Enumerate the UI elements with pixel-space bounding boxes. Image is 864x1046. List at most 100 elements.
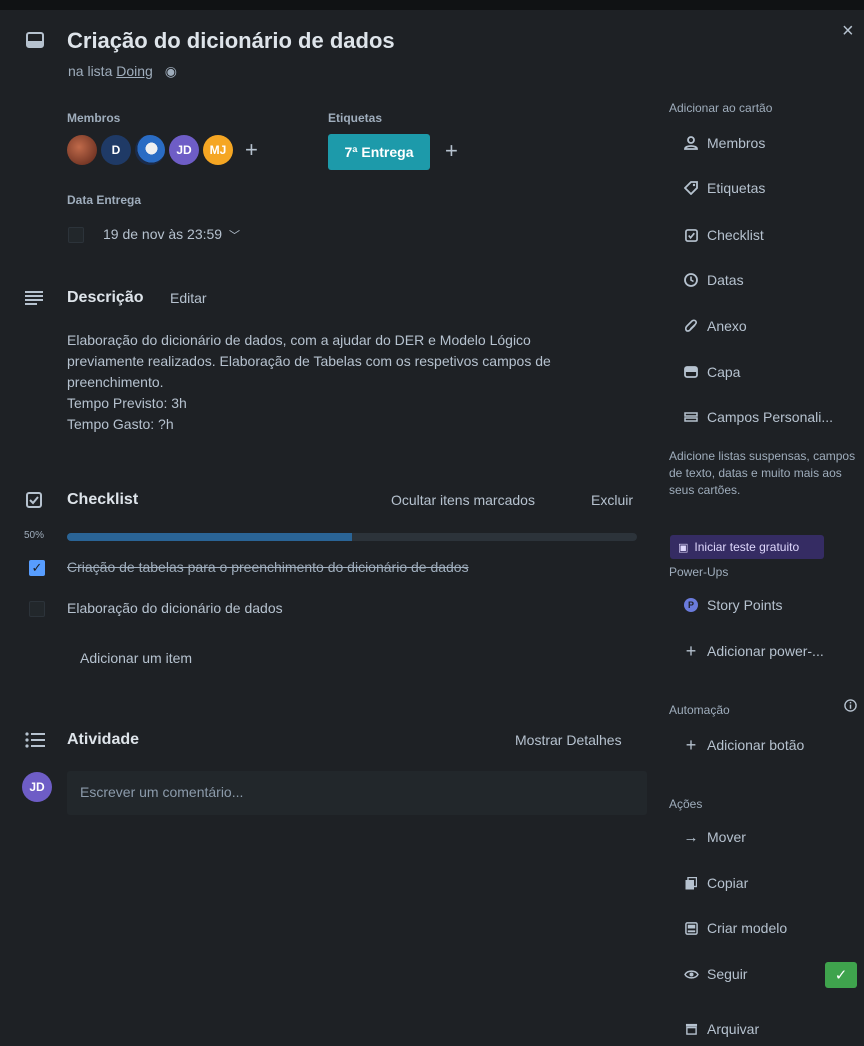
start-trial-button[interactable]: ▣ Iniciar teste gratuito bbox=[670, 535, 824, 559]
sidebar-button-label: Copiar bbox=[707, 875, 749, 891]
due-date-button[interactable]: 19 de nov às 23:59 ﹀ bbox=[103, 226, 240, 243]
sidebar-members-button[interactable]: Membros bbox=[669, 126, 849, 160]
sidebar-button-label: Arquivar bbox=[707, 1021, 760, 1037]
checklist-icon bbox=[679, 228, 703, 242]
archive-icon bbox=[679, 1023, 703, 1035]
person-icon bbox=[679, 136, 703, 150]
card-title[interactable]: Criação do dicionário de dados bbox=[67, 28, 395, 54]
info-icon[interactable] bbox=[844, 699, 857, 712]
story-points-icon: P bbox=[679, 598, 703, 612]
briefcase-icon: ▣ bbox=[678, 541, 689, 554]
add-powerup-button[interactable]: + Adicionar power-... bbox=[669, 634, 849, 668]
add-member-plus-icon[interactable]: + bbox=[245, 139, 258, 161]
avatar[interactable] bbox=[135, 135, 165, 165]
sidebar-dates-button[interactable]: Datas bbox=[669, 263, 849, 297]
paperclip-icon bbox=[679, 319, 703, 333]
show-details-button[interactable]: Mostrar Detalhes bbox=[515, 732, 622, 748]
description-line: Tempo Previsto: 3h bbox=[67, 395, 187, 411]
list-prefix: na lista bbox=[68, 63, 113, 79]
watch-eye-icon: ◉ bbox=[164, 63, 177, 79]
custom-fields-icon bbox=[679, 411, 703, 423]
eye-icon bbox=[679, 969, 703, 980]
description-line: previamente realizados. Elaboração de Ta… bbox=[67, 353, 551, 369]
sidebar-button-label: Adicionar botão bbox=[707, 737, 805, 753]
avatar[interactable]: JD bbox=[169, 135, 199, 165]
members-label: Membros bbox=[67, 111, 121, 125]
add-label-plus-icon[interactable]: + bbox=[445, 140, 458, 162]
close-icon[interactable]: × bbox=[842, 20, 854, 43]
automation-label: Automação bbox=[669, 703, 730, 717]
checklist-percent: 50% bbox=[24, 530, 45, 541]
sidebar-button-label: Capa bbox=[707, 364, 741, 380]
checklist-item-checkbox[interactable] bbox=[29, 601, 45, 617]
sidebar-button-label: Mover bbox=[707, 829, 746, 845]
template-icon bbox=[679, 921, 703, 935]
powerups-label: Power-Ups bbox=[669, 565, 729, 579]
avatar[interactable]: D bbox=[101, 135, 131, 165]
sidebar-button-label: Campos Personali... bbox=[707, 409, 834, 425]
checklist-item-text[interactable]: Criação de tabelas para o preenchimento … bbox=[67, 559, 469, 575]
description-icon bbox=[25, 291, 43, 305]
checklist-progress-bar bbox=[67, 533, 637, 541]
due-complete-checkbox[interactable] bbox=[68, 227, 84, 243]
story-points-button[interactable]: P Story Points bbox=[669, 588, 849, 622]
sidebar-button-label: Adicionar power-... bbox=[707, 643, 824, 659]
arrow-right-icon: → bbox=[683, 828, 699, 846]
add-checklist-item-button[interactable]: Adicionar um item bbox=[80, 650, 192, 666]
follow-button[interactable]: Seguir bbox=[669, 957, 819, 991]
sidebar-checklist-button[interactable]: Checklist bbox=[669, 218, 849, 252]
copy-button[interactable]: Copiar bbox=[669, 866, 849, 900]
current-user-avatar[interactable]: JD bbox=[22, 772, 52, 802]
copy-icon bbox=[679, 876, 703, 890]
card-list-info: na lista Doing ◉ bbox=[68, 63, 177, 80]
description-line: Elaboração do dicionário de dados, com a… bbox=[67, 332, 531, 348]
delete-checklist-button[interactable]: Excluir bbox=[591, 492, 633, 508]
description-heading: Descrição bbox=[67, 289, 144, 306]
avatar[interactable] bbox=[67, 135, 97, 165]
plus-icon: + bbox=[685, 734, 697, 755]
description-line: preenchimento. bbox=[67, 374, 164, 390]
checklist-progress-fill bbox=[67, 533, 352, 541]
sidebar-labels-button[interactable]: Etiquetas bbox=[669, 171, 849, 205]
hide-checked-button[interactable]: Ocultar itens marcados bbox=[391, 492, 535, 508]
cover-icon bbox=[679, 366, 703, 378]
card-icon bbox=[26, 32, 44, 48]
description-text[interactable]: Elaboração do dicionário de dados, com a… bbox=[67, 330, 627, 435]
description-line: Tempo Gasto: ?h bbox=[67, 416, 174, 432]
sidebar-button-label: Criar modelo bbox=[707, 920, 788, 936]
sidebar-button-label: Etiquetas bbox=[707, 180, 766, 196]
move-button[interactable]: → Mover bbox=[669, 820, 849, 854]
comment-input[interactable]: Escrever um comentário... bbox=[67, 771, 647, 815]
sidebar-attachment-button[interactable]: Anexo bbox=[669, 309, 849, 343]
trial-button-label: Iniciar teste gratuito bbox=[694, 540, 800, 554]
add-automation-button[interactable]: + Adicionar botão bbox=[669, 728, 849, 762]
create-template-button[interactable]: Criar modelo bbox=[669, 911, 849, 945]
sidebar-button-label: Checklist bbox=[707, 227, 764, 243]
checklist-item-checkbox[interactable]: ✓ bbox=[29, 560, 45, 576]
due-date-value: 19 de nov às 23:59 bbox=[103, 226, 223, 242]
sidebar-button-label: Membros bbox=[707, 135, 766, 151]
top-band bbox=[0, 0, 864, 10]
clock-icon bbox=[679, 273, 703, 287]
actions-label: Ações bbox=[669, 797, 703, 811]
avatar[interactable]: MJ bbox=[203, 135, 233, 165]
due-date-label: Data Entrega bbox=[67, 193, 142, 207]
add-to-card-label: Adicionar ao cartão bbox=[669, 101, 773, 115]
chevron-down-icon: ﹀ bbox=[229, 230, 240, 242]
list-link[interactable]: Doing bbox=[116, 63, 153, 79]
sidebar-button-label: Story Points bbox=[707, 597, 783, 613]
tag-icon bbox=[679, 181, 703, 195]
checklist-item-text[interactable]: Elaboração do dicionário de dados bbox=[67, 600, 283, 616]
activity-list-icon bbox=[25, 732, 45, 748]
checklist-heading: Checklist bbox=[67, 491, 139, 508]
sidebar-cover-button[interactable]: Capa bbox=[669, 355, 849, 389]
archive-button[interactable]: Arquivar bbox=[669, 1012, 849, 1046]
members-list: D JD MJ + bbox=[67, 135, 258, 165]
following-check-icon[interactable]: ✓ bbox=[825, 962, 857, 988]
sidebar-button-label: Datas bbox=[707, 272, 744, 288]
card-label-tag[interactable]: 7ª Entrega bbox=[328, 134, 430, 170]
sidebar-custom-fields-button[interactable]: Campos Personali... bbox=[669, 400, 849, 434]
plus-icon: + bbox=[685, 640, 697, 661]
edit-description-button[interactable]: Editar bbox=[170, 290, 207, 306]
checklist-icon bbox=[26, 492, 42, 508]
